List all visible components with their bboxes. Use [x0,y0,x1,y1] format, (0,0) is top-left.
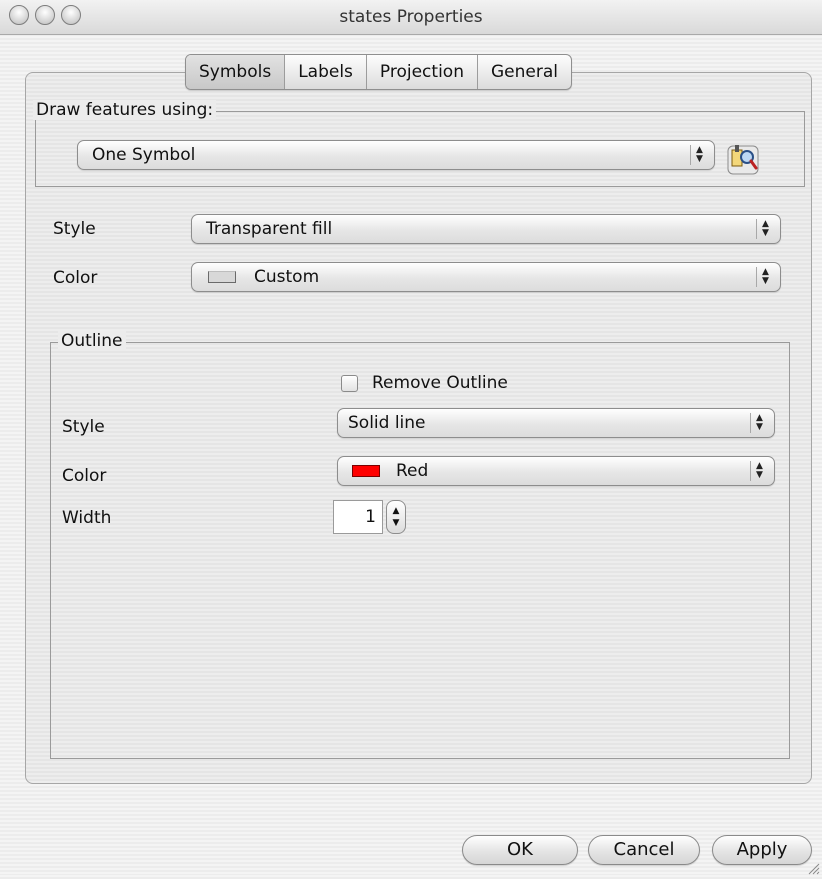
symbol-type-value: One Symbol [92,145,196,165]
cancel-button[interactable]: Cancel [588,835,700,865]
fill-color-select[interactable]: Custom ▲ ▼ [191,262,781,292]
updown-arrows-icon: ▲ ▼ [690,145,708,165]
style-picker-icon[interactable] [726,140,760,176]
outline-group [50,342,790,759]
title-bar[interactable]: states Properties [0,0,822,35]
outline-style-label: Style [62,417,105,437]
outline-width-stepper[interactable]: ▲ ▼ [386,500,406,534]
fill-color-swatch [208,271,236,283]
tab-projection[interactable]: Projection [367,55,478,89]
outline-legend: Outline [58,331,126,351]
resize-grip-icon[interactable] [806,860,820,875]
outline-color-swatch [352,465,380,477]
fill-style-value: Transparent fill [206,219,333,239]
window-title: states Properties [339,7,483,27]
outline-color-value: Red [396,461,429,481]
outline-width-label: Width [62,508,112,528]
updown-arrows-icon: ▲ ▼ [750,461,768,481]
fill-color-label: Color [53,268,98,288]
outline-width-field[interactable]: 1 [333,500,383,534]
draw-features-legend: Draw features using: [33,100,217,120]
updown-arrows-icon: ▲ ▼ [750,413,768,433]
fill-style-select[interactable]: Transparent fill ▲ ▼ [191,214,781,244]
fill-color-value: Custom [254,267,320,287]
tab-symbols[interactable]: Symbols [186,55,286,89]
outline-style-select[interactable]: Solid line ▲ ▼ [337,408,775,438]
tab-bar: Symbols Labels Projection General [185,54,572,90]
outline-color-label: Color [62,466,107,486]
tab-labels[interactable]: Labels [285,55,367,89]
outline-style-value: Solid line [348,413,426,433]
updown-arrows-icon: ▲ ▼ [756,219,774,239]
symbol-type-select[interactable]: One Symbol ▲ ▼ [77,140,715,170]
remove-outline-checkbox[interactable] [341,375,358,392]
apply-button[interactable]: Apply [712,835,812,865]
ok-button[interactable]: OK [462,835,578,865]
remove-outline-label[interactable]: Remove Outline [372,373,508,393]
tab-general[interactable]: General [478,55,571,89]
outline-color-select[interactable]: Red ▲ ▼ [337,456,775,486]
fill-style-label: Style [53,219,96,239]
updown-arrows-icon: ▲ ▼ [756,267,774,287]
